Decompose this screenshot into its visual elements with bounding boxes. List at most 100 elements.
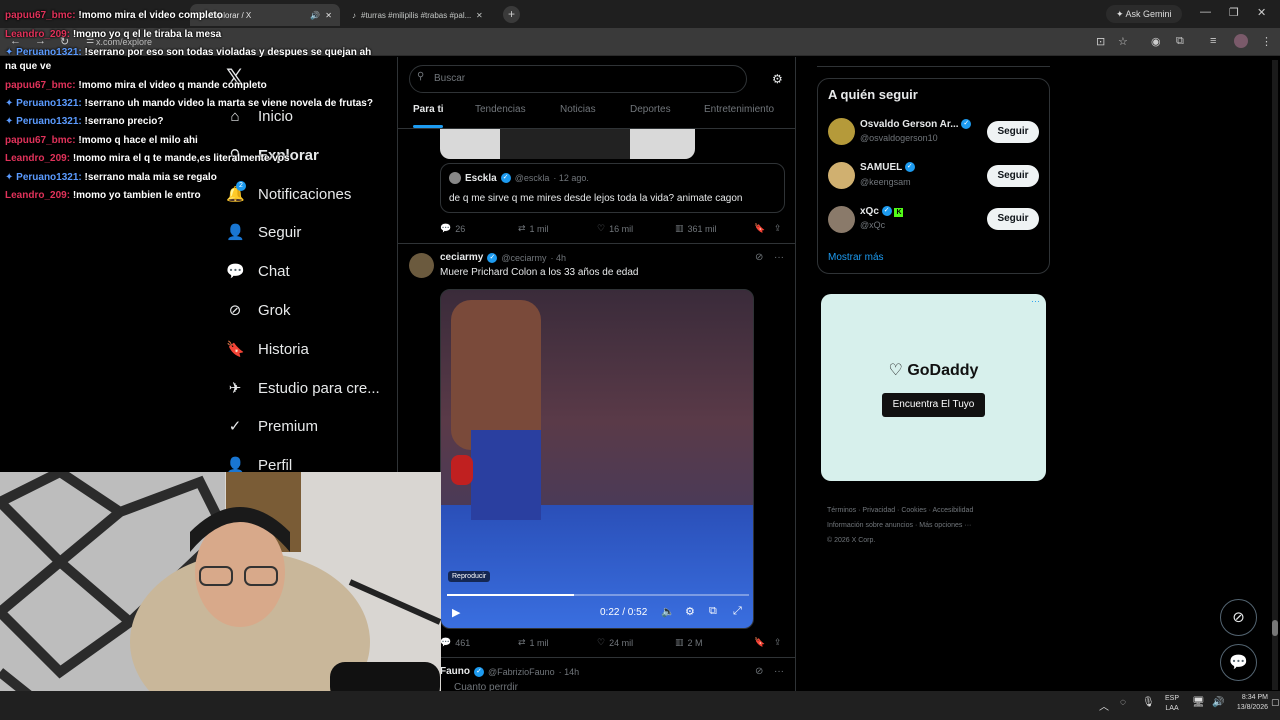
notification-center-icon[interactable]: ▢ — [1271, 697, 1280, 708]
tweet-author[interactable]: Fauno — [440, 666, 470, 677]
views-button[interactable]: ▥ 361 mil — [675, 223, 717, 234]
tray-app-icon[interactable]: ◌ — [1120, 697, 1126, 708]
avatar — [449, 172, 461, 184]
footer-link[interactable]: Más opciones ··· — [919, 522, 971, 529]
ad-cta-button[interactable]: Encuentra El Tuyo — [882, 393, 985, 417]
footer-link[interactable]: Términos — [827, 507, 856, 514]
footer-link[interactable]: Accesibilidad — [932, 507, 973, 514]
retweet-count: 1 mil — [529, 637, 549, 648]
tab-deportes[interactable]: Deportes — [630, 104, 671, 115]
scrollbar-thumb[interactable] — [1272, 620, 1278, 636]
follow-button[interactable]: Seguir — [987, 208, 1039, 230]
reply-button[interactable]: 💬 461 — [440, 637, 470, 648]
speaker-icon[interactable]: 🔊 — [310, 11, 320, 20]
video-settings-icon[interactable]: ⚙ — [685, 605, 695, 618]
ad-more-icon[interactable]: ··· — [1031, 296, 1040, 306]
network-icon[interactable]: 🖥 — [1192, 697, 1205, 708]
follow-button[interactable]: Seguir — [987, 165, 1039, 187]
footer-link[interactable]: Cookies — [901, 507, 926, 514]
lang-layout: LAA — [1165, 705, 1179, 712]
close-tab-icon[interactable]: ✕ — [325, 11, 332, 20]
nav-notificaciones[interactable]: 🔔 2 Notificaciones — [226, 181, 351, 207]
chrome-ext-icon[interactable]: ◉ — [1151, 35, 1161, 48]
chat-username: Leandro_209: — [5, 190, 73, 201]
nav-premium[interactable]: ✓ Premium — [226, 413, 318, 439]
tab-para-ti[interactable]: Para ti — [413, 104, 444, 115]
quoted-tweet[interactable] — [440, 163, 785, 213]
tab-entretenimiento[interactable]: Entretenimiento — [704, 104, 774, 115]
messages-fab-icon[interactable]: 💬 — [1220, 644, 1257, 681]
new-tab-button[interactable]: + — [503, 6, 520, 23]
ask-gemini-button[interactable]: ✦ Ask Gemini — [1106, 5, 1182, 23]
retweet-button[interactable]: ⇄ 1 mil — [518, 637, 549, 648]
search-input[interactable]: Buscar — [409, 65, 747, 93]
avatar[interactable] — [828, 206, 855, 233]
user-name[interactable]: xQc ✓ K — [860, 206, 904, 217]
tweet-image[interactable] — [440, 129, 695, 159]
nav-seguir[interactable]: 👤 Seguir — [226, 219, 301, 245]
volume-tray-icon[interactable]: 🔊 — [1212, 697, 1224, 708]
bookmark-button[interactable]: 🔖 — [754, 223, 765, 234]
retweet-button[interactable]: ⇄ 1 mil — [518, 223, 549, 234]
verified-icon: ✓ — [500, 173, 511, 183]
gear-icon[interactable]: ⚙ — [772, 72, 783, 86]
bookmark-star-icon[interactable]: ☆ — [1118, 35, 1128, 48]
nav-estudio[interactable]: ✈ Estudio para cre... — [226, 375, 380, 401]
more-icon[interactable]: ··· — [774, 666, 784, 677]
footer-link[interactable]: Información sobre anuncios — [827, 522, 913, 529]
share-button[interactable]: ⇪ — [774, 637, 782, 648]
follow-button[interactable]: Seguir — [987, 121, 1039, 143]
grok-fab-icon[interactable]: ⊘ — [1220, 599, 1257, 636]
bookmark-icon: 🔖 — [754, 223, 766, 233]
tab-tendencias[interactable]: Tendencias — [475, 104, 526, 115]
scrollbar[interactable] — [1272, 60, 1278, 690]
maximize-icon[interactable]: ❐ — [1229, 6, 1239, 19]
tweet-video[interactable]: Reproducir ▶ 0:22 / 0:52 🔈 ⚙ ⧉ ⤢ — [440, 289, 754, 629]
views-button[interactable]: ▥ 2 M — [675, 637, 703, 648]
avatar[interactable] — [828, 162, 855, 189]
tab-tiktok[interactable]: ♪ #turras #milipilis #trabas #pal... ✕ — [344, 4, 494, 26]
video-progress-track[interactable] — [447, 594, 749, 596]
user-name[interactable]: SAMUEL ✓ — [860, 162, 915, 173]
tweet-header: ceciarmy ✓ @ceciarmy · 4h — [440, 252, 566, 263]
close-tab-icon[interactable]: ✕ — [476, 11, 483, 20]
tweet-author[interactable]: ceciarmy — [440, 252, 483, 263]
language-indicator[interactable]: ESP LAA — [1165, 694, 1179, 714]
grok-icon[interactable]: ⊘ — [755, 666, 763, 677]
reply-count: 461 — [455, 637, 471, 648]
footer-link[interactable]: Privacidad — [862, 507, 895, 514]
nav-chat[interactable]: 💬 Chat — [226, 258, 290, 284]
avatar[interactable] — [828, 118, 855, 145]
tray-chevron-icon[interactable]: ︿ — [1099, 698, 1109, 713]
user-name[interactable]: Osvaldo Gerson Ar... ✓ — [860, 119, 972, 130]
extensions-icon[interactable]: ⧉ — [1176, 35, 1184, 48]
more-icon[interactable]: ··· — [774, 252, 784, 263]
nav-historia[interactable]: 🔖 Historia — [226, 336, 309, 362]
profile-avatar[interactable] — [1234, 34, 1248, 48]
tab-noticias[interactable]: Noticias — [560, 104, 596, 115]
nav-grok[interactable]: ⊘ Grok — [226, 297, 291, 323]
menu-icon[interactable]: ⋮ — [1261, 35, 1272, 48]
bookmark-icon: 🔖 — [226, 341, 245, 358]
ad-banner[interactable]: ··· ♡ GoDaddy Encuentra El Tuyo — [821, 294, 1046, 481]
pip-icon[interactable]: ⧉ — [709, 605, 717, 618]
grok-icon[interactable]: ⊘ — [755, 252, 763, 263]
like-button[interactable]: ♡ 24 mil — [597, 637, 633, 648]
media-icon[interactable]: ≡ — [1210, 35, 1216, 47]
show-more-link[interactable]: Mostrar más — [828, 252, 884, 263]
clock[interactable]: 8:34 PM 13/8/2026 — [1228, 693, 1268, 713]
install-icon[interactable]: ⊡ — [1096, 35, 1105, 48]
mic-tray-icon[interactable]: 🎙 — [1142, 697, 1155, 708]
reply-button[interactable]: 💬 26 — [440, 223, 465, 234]
like-button[interactable]: ♡ 16 mil — [597, 223, 633, 234]
share-button[interactable]: ⇪ — [774, 223, 782, 234]
close-window-icon[interactable]: ✕ — [1257, 6, 1266, 19]
play-icon[interactable]: ▶ — [452, 606, 460, 619]
minimize-icon[interactable]: — — [1200, 6, 1211, 18]
verified-icon: ✓ — [487, 252, 498, 263]
volume-icon[interactable]: 🔈 — [661, 605, 675, 618]
avatar[interactable] — [409, 253, 434, 278]
bookmark-button[interactable]: 🔖 — [754, 637, 765, 648]
fullscreen-icon[interactable]: ⤢ — [733, 605, 742, 618]
heart-icon: ♡ — [597, 223, 606, 233]
